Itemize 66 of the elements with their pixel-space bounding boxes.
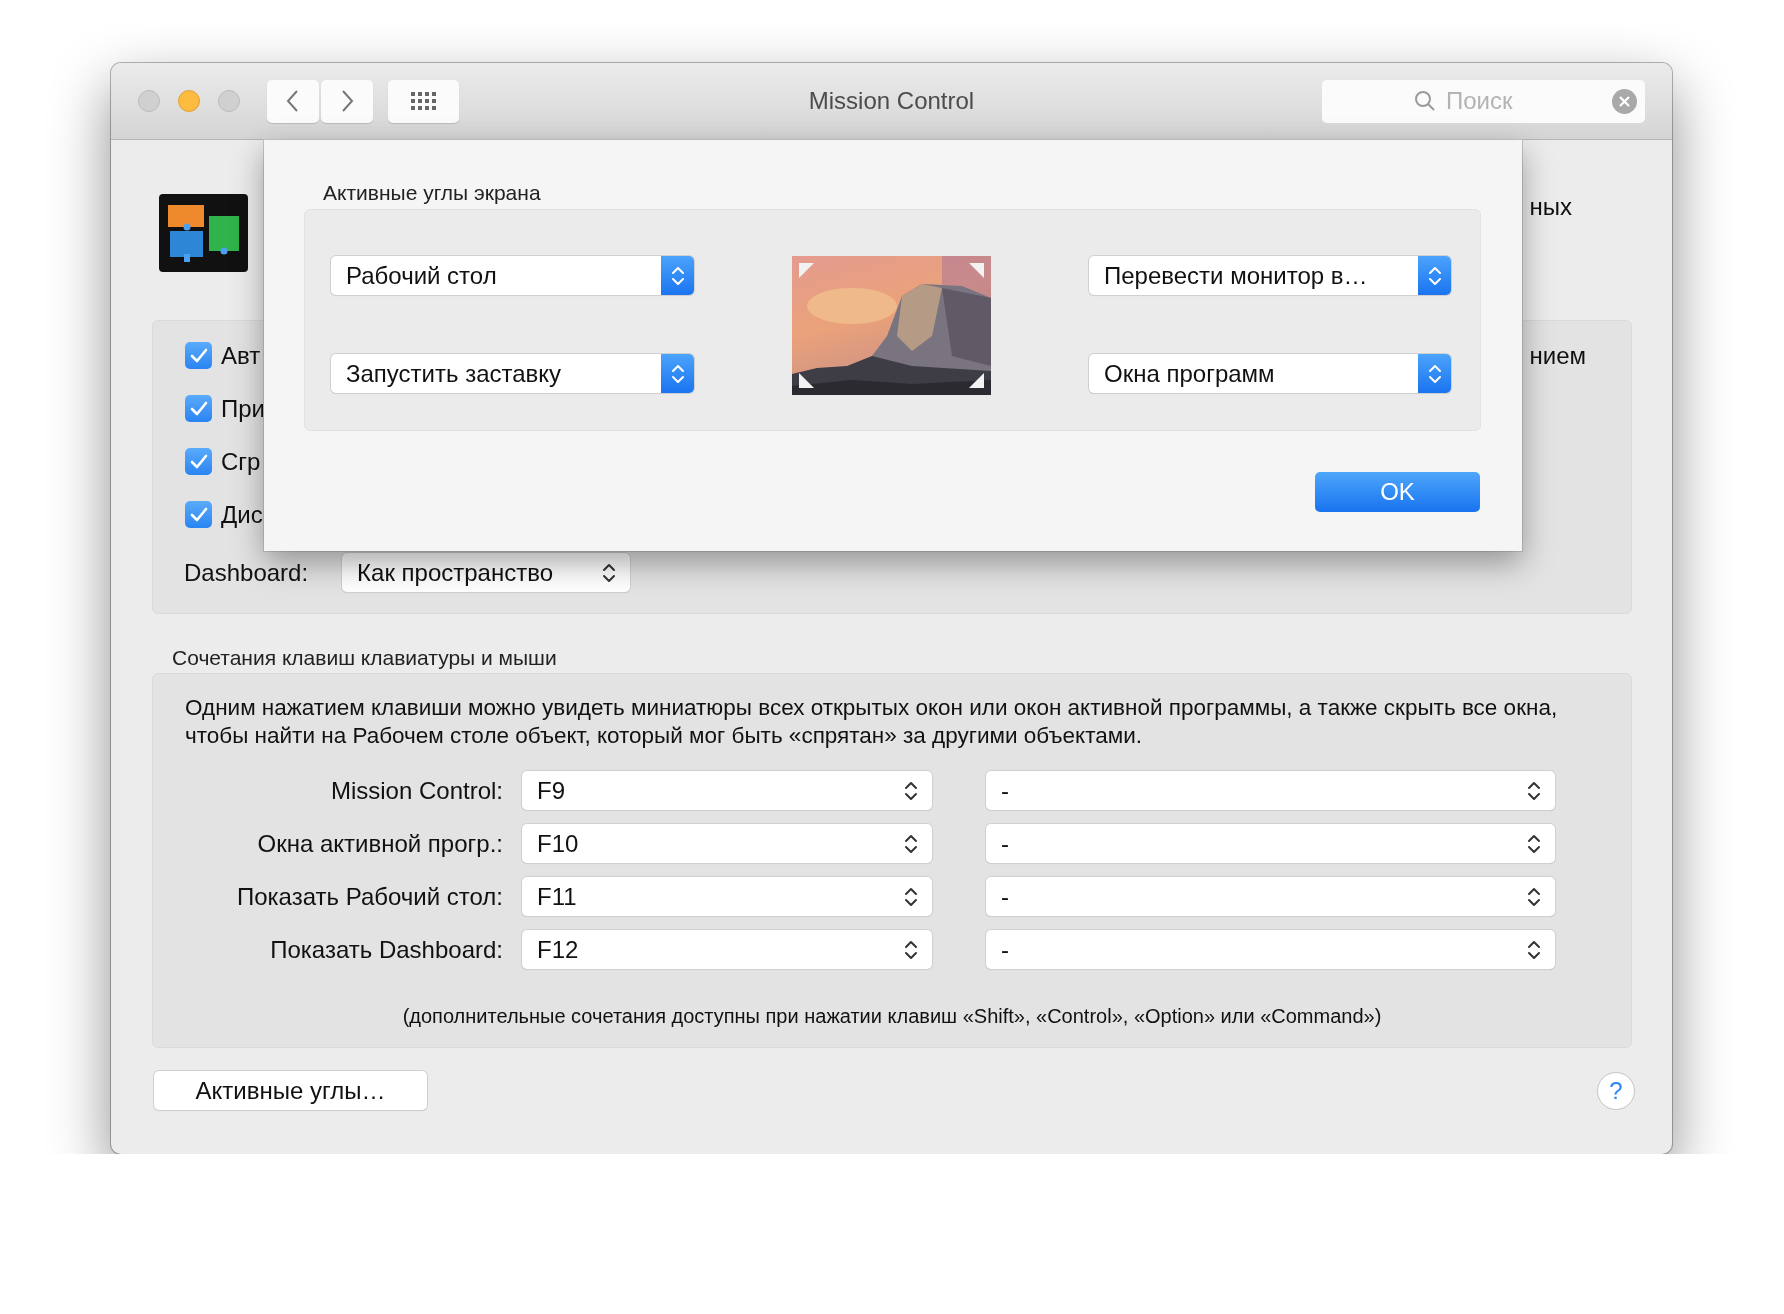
window-control-icon[interactable] [218,90,240,112]
clear-button[interactable] [1612,88,1637,114]
checkbox[interactable] [185,501,212,528]
window-title: Mission Control [808,87,975,115]
checkmark-icon [189,453,208,470]
forward-button[interactable] [321,79,373,123]
chevron-updown-icon [904,779,920,802]
window-control-icon[interactable] [138,90,160,112]
checkbox-label: Дис [221,500,263,529]
chevron-updown-icon [1527,832,1543,855]
corner-popup[interactable]: Рабочий стол [331,256,694,295]
help-button[interactable]: ? [1597,1071,1635,1110]
checkbox-label: При [221,394,265,423]
modifier-popup[interactable]: - [986,824,1555,863]
checkbox-label: Авт [221,341,261,370]
key-popup[interactable]: F10 [522,824,932,863]
checkbox[interactable] [185,395,212,422]
back-button[interactable] [267,79,319,123]
note-text: (дополнительные сочетания доступны при нажатии клавиш «Shift», «Control», «Option» или «Command») [401,1005,1383,1028]
shortcut-label: Mission Control: [329,776,503,805]
modifier-popup[interactable]: - [986,877,1555,916]
chevron-updown-icon [904,885,920,908]
mission-control-icon [159,194,248,272]
corner-popup[interactable]: Запустить заставку [331,354,694,393]
stepper-icon [1418,354,1451,393]
corner-popup[interactable]: Перевести монитор в… [1089,256,1451,295]
shortcut-label: Показать Dashboard: [269,935,503,964]
stepper-icon [661,256,694,295]
window-control-icon[interactable] [178,90,200,112]
modifier-popup[interactable]: - [986,930,1555,969]
shortcut-label: Показать Рабочий стол: [236,882,503,911]
checkbox[interactable] [185,448,212,475]
grid-icon [411,92,436,110]
show-all-button[interactable] [388,79,459,123]
chevron-left-icon [286,89,300,113]
section-title: Сочетания клавиш клавиатуры и мыши [172,646,558,670]
checkbox[interactable] [185,342,212,369]
key-popup[interactable]: F9 [522,771,932,810]
sheet-title: Активные углы экрана [323,181,542,205]
option-label-fragment: нием [1529,341,1586,370]
search-input[interactable]: Поиск [1444,86,1598,116]
chevron-updown-icon [904,938,920,961]
shortcut-label: Окна активной прогр.: [256,829,503,858]
checkmark-icon [189,400,208,417]
checkbox-label: Сгр [221,447,261,476]
description-text: Одним нажатием клавиши можно увидеть миниатюры всех открытых окон или окон активной программы, а также скрыть все окна, чтобы найти на Рабочем столе объект, который мог быть «спрятан» за другими объектами. [185,694,1559,750]
modifier-popup[interactable]: - [986,771,1555,810]
key-popup[interactable]: F11 [522,877,932,916]
chevron-right-icon [340,89,354,113]
chevron-updown-icon [1527,938,1543,961]
dashboard-label: Dashboard: [184,558,309,587]
chevron-updown-icon [1527,779,1543,802]
chevron-updown-icon [904,832,920,855]
dashboard-popup[interactable]: Как пространство [342,553,631,592]
stepper-icon [1418,256,1451,295]
chevron-updown-icon [1527,885,1543,908]
corner-popup[interactable]: Окна программ [1089,354,1451,393]
checkmark-icon [189,506,208,523]
search-icon [1414,90,1436,112]
description-fragment: ных [1529,193,1572,222]
key-popup[interactable]: F12 [522,930,932,969]
search-field[interactable]: Поиск [1322,79,1645,123]
close-icon [1619,95,1630,107]
stepper-icon [661,354,694,393]
checkmark-icon [189,347,208,364]
hot-corners-button[interactable]: Активные углы… [154,1071,427,1110]
